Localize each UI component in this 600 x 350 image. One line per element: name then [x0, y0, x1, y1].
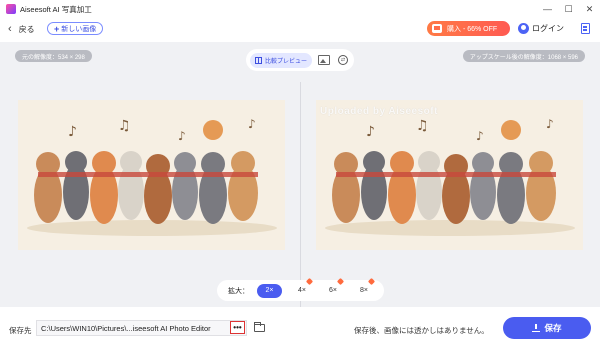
- watermark-text: Uploaded by Aiseesoft: [320, 106, 438, 117]
- swap-view-icon[interactable]: ⇄: [338, 55, 349, 65]
- image-view-icon[interactable]: [318, 55, 331, 65]
- save-to-label: 保存先: [9, 326, 32, 335]
- upscaled-resolution-badge: アップスケール後の解像度：1068 × 596: [462, 50, 585, 62]
- zoom-label: 拡大：: [228, 287, 249, 295]
- back-button[interactable]: ‹ 戻る: [8, 21, 35, 37]
- svg-text:♪: ♪: [248, 117, 256, 131]
- premium-heart-icon: [336, 277, 345, 285]
- save-button[interactable]: 保存: [503, 317, 591, 339]
- zoom-selector: 拡大： 2× 4× 6× 8×: [217, 277, 384, 301]
- cart-icon: [432, 24, 442, 33]
- svg-text:♪: ♪: [476, 129, 484, 143]
- back-label: 戻る: [18, 24, 35, 34]
- upscaled-image: ♪ ♫ ♪ ♪ Uploaded by Aiseesoft: [316, 100, 583, 250]
- chevron-left-icon: ‹: [8, 23, 12, 35]
- title-bar: Aiseesoft AI 写真加工 — ☐ ✕: [0, 0, 600, 18]
- plus-icon: +: [54, 23, 60, 34]
- preview-area: 元の解像度：534 × 298 アップスケール後の解像度：1068 × 596 …: [0, 42, 600, 307]
- zoom-option-8x[interactable]: 8×: [353, 277, 376, 298]
- new-image-label: 新しい画像: [61, 25, 97, 33]
- footer: 保存先 C:\Users\WIN10\Pictures\...iseesoft …: [0, 307, 600, 350]
- browse-more-button[interactable]: •••: [230, 321, 245, 334]
- svg-text:♫: ♫: [118, 118, 131, 134]
- preview-mode-group: 比較プレビュー ⇄: [246, 49, 354, 71]
- login-button[interactable]: ログイン: [518, 21, 564, 36]
- compare-icon: [255, 56, 262, 64]
- zoom-option-6x-label: 6×: [329, 287, 337, 294]
- premium-heart-icon: [367, 277, 376, 285]
- window-controls: — ☐ ✕: [537, 0, 600, 18]
- close-icon[interactable]: ✕: [579, 0, 600, 18]
- preview-divider: [300, 82, 301, 307]
- user-icon: [518, 23, 529, 34]
- maximize-icon[interactable]: ☐: [558, 0, 579, 18]
- svg-text:♪: ♪: [546, 117, 554, 131]
- login-label: ログイン: [532, 24, 564, 33]
- buy-button[interactable]: 購入 - 66% OFF: [427, 21, 510, 36]
- svg-text:♪: ♪: [68, 124, 77, 140]
- compare-preview-button[interactable]: 比較プレビュー: [250, 52, 313, 68]
- minimize-icon[interactable]: —: [537, 0, 558, 18]
- compare-preview-label: 比較プレビュー: [265, 58, 308, 65]
- original-resolution-badge: 元の解像度：534 × 298: [15, 50, 92, 62]
- save-label: 保存: [544, 323, 562, 333]
- download-icon: [532, 324, 541, 332]
- app-title: Aiseesoft AI 写真加工: [20, 4, 92, 14]
- original-image: ♪ ♫ ♪ ♪: [18, 100, 285, 250]
- document-icon[interactable]: [581, 23, 590, 34]
- buy-label: 購入 - 66% OFF: [447, 25, 498, 33]
- zoom-option-8x-label: 8×: [360, 287, 368, 294]
- cats-illustration: ♪ ♫ ♪ ♪: [18, 100, 285, 250]
- svg-text:♫: ♫: [416, 118, 429, 134]
- svg-text:♪: ♪: [178, 129, 186, 143]
- new-image-button[interactable]: + 新しい画像: [47, 22, 104, 35]
- zoom-option-4x[interactable]: 4×: [291, 277, 314, 298]
- cats-illustration-upscaled: ♪ ♫ ♪ ♪: [316, 100, 583, 250]
- no-watermark-note: 保存後、画像には透かしはありません。: [354, 326, 489, 335]
- svg-text:♪: ♪: [366, 124, 375, 140]
- save-path-field[interactable]: C:\Users\WIN10\Pictures\...iseesoft AI P…: [36, 320, 247, 336]
- zoom-option-6x[interactable]: 6×: [322, 277, 345, 298]
- folder-icon[interactable]: [254, 322, 265, 332]
- toolbar: ‹ 戻る + 新しい画像 購入 - 66% OFF ログイン: [0, 18, 600, 40]
- premium-heart-icon: [305, 277, 314, 285]
- zoom-option-2x[interactable]: 2×: [257, 283, 282, 298]
- zoom-option-4x-label: 4×: [298, 287, 306, 294]
- app-logo-icon: [6, 4, 16, 14]
